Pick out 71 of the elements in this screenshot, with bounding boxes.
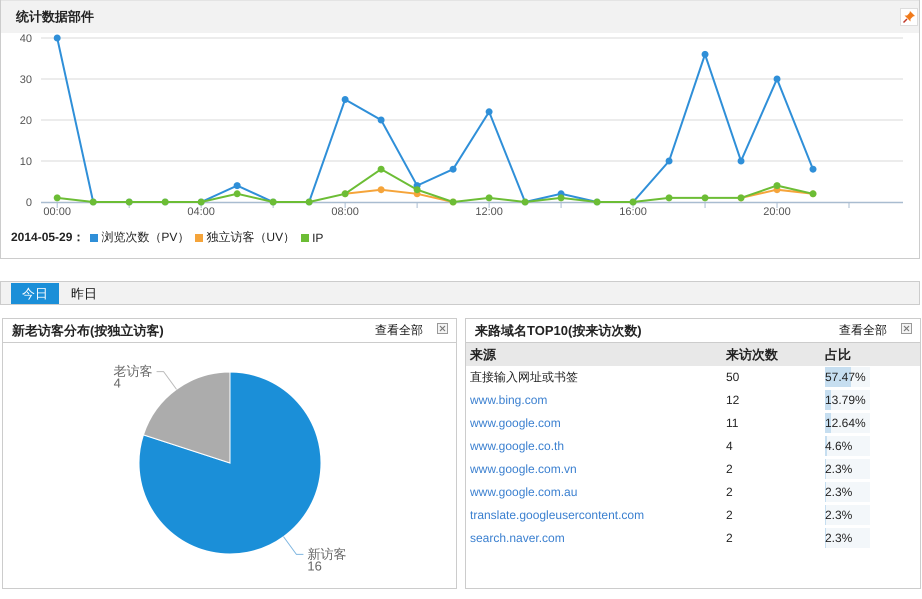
data-point [666,158,673,164]
data-label: 新访客 [307,546,346,562]
data-point [54,34,61,42]
axis-label: 30 [20,74,32,86]
table-cell: 4.6% [825,439,852,453]
data-point [342,96,349,103]
table-cell-text: 2 [726,484,734,501]
domain-link[interactable]: www.google.com.vn [470,462,577,476]
data-point [810,166,817,173]
column-header: 来源 [466,343,726,366]
table-cell-text: 12 [726,392,740,409]
table-cell-text: 11 [726,415,740,432]
axis-label: 12:00 [475,206,503,218]
domain-link[interactable]: www.google.co.th [470,439,564,453]
legend-label: 独立访客（UV） [206,229,296,246]
card-title: 新老访客分布(按独立访客) [12,322,165,340]
column-header: 来访次数 [726,343,825,366]
date-label: 2014-05-29： [11,229,84,246]
data-point [702,194,709,202]
table-cell: 2.3% [825,485,852,499]
leader-line [283,536,304,555]
data-point [378,166,385,173]
axis-label: 40 [20,33,32,45]
pin-icon[interactable] [901,9,917,25]
tab[interactable]: 昨日 [63,283,105,304]
table-cell-text: 2 [726,461,734,478]
axis-label: 00:00 [43,206,71,218]
close-icon[interactable] [901,323,912,334]
domain-link[interactable]: www.google.com [470,416,561,430]
table-cell-text: 2 [726,507,734,524]
domain-link[interactable]: translate.googleusercontent.com [470,508,644,522]
table-cell: 57.47% [825,370,866,384]
table-cell: 2.3% [825,462,852,476]
table-cell-text: 4 [726,438,734,455]
axis-label: 16:00 [619,206,647,218]
axis-label: 20:00 [763,206,791,218]
axis-label: 04:00 [187,206,215,218]
column-header: 占比 [825,343,920,366]
close-icon[interactable] [437,323,448,334]
data-point [54,194,61,202]
view-all-link[interactable]: 查看全部 [375,322,423,339]
table-cell: 12.64% [825,416,866,430]
tab[interactable]: 今日 [11,283,59,304]
axis-label: 20 [20,115,32,127]
table-cell-text: 2 [726,530,734,547]
data-point [378,116,385,124]
data-point [738,158,745,164]
source-text: 直接输入网址或书签 [470,370,578,384]
legend-label: IP [312,230,324,244]
data-point [378,186,385,194]
domain-link[interactable]: www.bing.com [470,393,548,407]
table-cell: 13.79% [825,393,866,407]
panel-title: 统计数据部件 [16,8,94,26]
domain-link[interactable]: search.naver.com [470,531,565,545]
view-all-link[interactable]: 查看全部 [839,322,887,339]
axis-label: 08:00 [331,206,359,218]
legend-label: 浏览次数（PV） [101,229,190,246]
data-point [486,194,493,202]
axis-label: 0 [26,197,32,209]
data-point [486,108,493,116]
table-cell: 2.3% [825,531,852,545]
data-point [450,166,457,173]
domain-link[interactable]: www.google.com.au [470,485,578,499]
card-title: 来路域名TOP10(按来访次数) [475,322,643,340]
table-cell: 2.3% [825,508,852,522]
data-point [666,194,673,202]
data-point [702,50,709,58]
axis-label: 10 [20,156,32,168]
table-cell-text: 50 [726,369,740,386]
leader-line [156,371,177,390]
data-point [774,76,781,82]
